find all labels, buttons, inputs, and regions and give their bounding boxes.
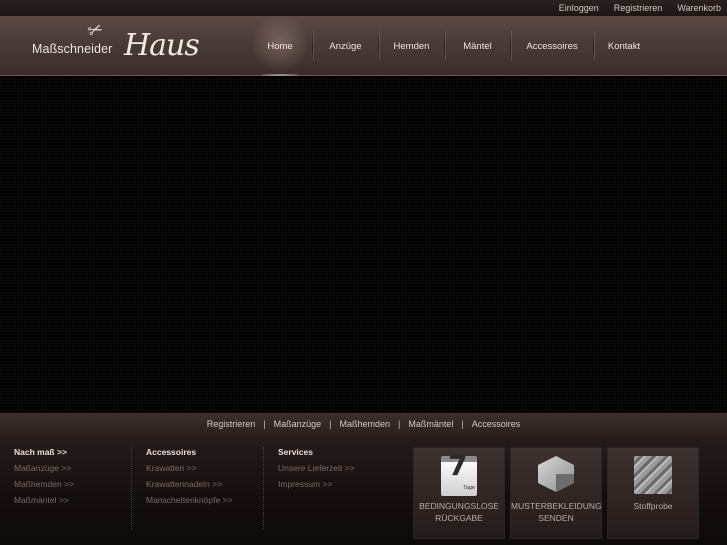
strip-link-coats[interactable]: Maßmäntel	[408, 419, 453, 429]
site-logo[interactable]: ✂ Maßschneider Haus	[32, 18, 232, 72]
package-icon	[536, 456, 576, 496]
footer-link[interactable]: Krawattennadeln >>	[146, 479, 263, 489]
footer-column-title: Services	[278, 447, 313, 457]
nav-item-hemden[interactable]: Hemden	[379, 16, 444, 76]
site-header: ✂ Maßschneider Haus Home Anzüge Hemden M…	[0, 16, 727, 76]
strip-link-suits[interactable]: Maßanzüge	[274, 419, 322, 429]
nav-item-anzuege[interactable]: Anzüge	[313, 16, 378, 76]
logo-text-script: Haus	[124, 28, 200, 63]
footer-column-services: Services Unsere Lieferzeit >> Impressum …	[278, 447, 398, 529]
register-link[interactable]: Registrieren	[614, 3, 663, 13]
strip-separator: |	[398, 419, 401, 429]
promo-sample-clothing[interactable]: MUSTERBEKLEIDUNG SENDEN	[510, 447, 602, 539]
calendar-caption: Tage	[463, 485, 475, 491]
promo-line: SENDEN	[538, 513, 574, 523]
strip-separator: |	[461, 419, 464, 429]
top-utility-bar: Einloggen Registrieren Warenkorb	[0, 0, 727, 16]
footer-link[interactable]: Unsere Lieferzeit >>	[278, 463, 398, 473]
footer-link[interactable]: Impressum >>	[278, 479, 398, 489]
footer-link[interactable]: Maßmäntel >>	[14, 495, 131, 505]
promo-line: Stoffprobe	[633, 501, 673, 511]
footer-column-made-to-measure: Nach maß >> Maßanzüge >> Maßhemden >> Ma…	[14, 447, 132, 529]
nav-item-home[interactable]: Home	[248, 16, 312, 76]
fabric-swatch-icon	[633, 456, 673, 496]
calendar-number: 7	[448, 449, 468, 482]
footer-column-title: Accessoires	[146, 447, 197, 457]
strip-link-register[interactable]: Registrieren	[207, 419, 256, 429]
promo-free-return[interactable]: 7 Tage BEDINGUNGSLOSE RÜCKGABE	[413, 447, 505, 539]
nav-item-kontakt[interactable]: Kontakt	[594, 16, 654, 76]
main-navigation: Home Anzüge Hemden Mäntel Accessoires Ko…	[248, 16, 654, 76]
calendar-icon: 7 Tage	[439, 449, 479, 496]
footer-link[interactable]: Krawatten >>	[146, 463, 263, 473]
footer-link-strip: Registrieren | Maßanzüge | Maßhemden | M…	[0, 413, 727, 435]
strip-separator: |	[263, 419, 266, 429]
logo-text-primary: Maßschneider	[32, 42, 113, 56]
site-footer: Nach maß >> Maßanzüge >> Maßhemden >> Ma…	[0, 435, 727, 545]
nav-item-accessoires[interactable]: Accessoires	[511, 16, 593, 76]
footer-link[interactable]: Maßanzüge >>	[14, 463, 131, 473]
main-content-area	[0, 77, 727, 413]
login-link[interactable]: Einloggen	[559, 3, 599, 13]
promo-line: MUSTERBEKLEIDUNG	[511, 501, 602, 511]
promo-line: BEDINGUNGSLOSE	[419, 501, 499, 511]
promo-fabric-sample[interactable]: Stoffprobe	[607, 447, 699, 539]
strip-link-accessories[interactable]: Accessoires	[472, 419, 521, 429]
strip-link-shirts[interactable]: Maßhemden	[340, 419, 391, 429]
promo-line: RÜCKGABE	[435, 513, 483, 523]
footer-column-title[interactable]: Nach maß >>	[14, 447, 131, 457]
scissors-icon: ✂	[84, 18, 106, 43]
cart-link[interactable]: Warenkorb	[677, 3, 721, 13]
footer-column-accessories: Accessoires Krawatten >> Krawattennadeln…	[146, 447, 264, 529]
strip-separator: |	[329, 419, 332, 429]
footer-link[interactable]: Maßhemden >>	[14, 479, 131, 489]
footer-link[interactable]: Manschettenknöpfe >>	[146, 495, 263, 505]
nav-item-maentel[interactable]: Mäntel	[445, 16, 510, 76]
